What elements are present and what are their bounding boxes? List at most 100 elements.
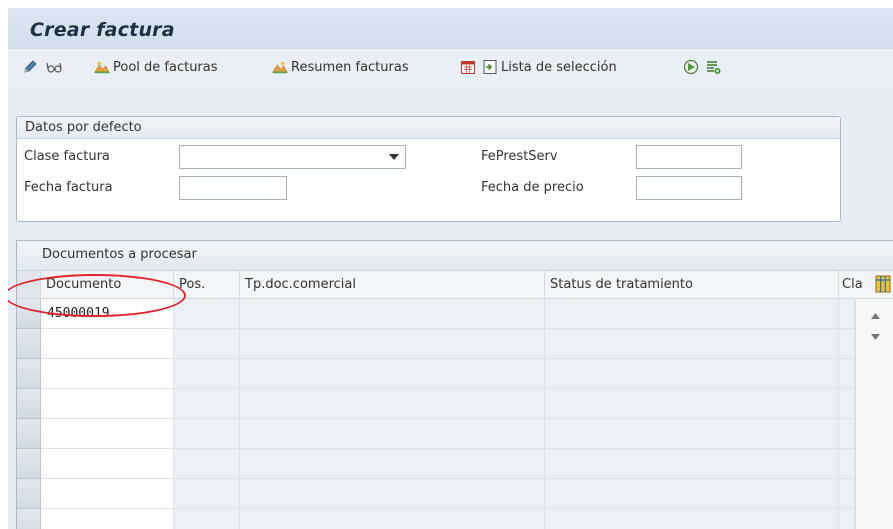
cell-documento[interactable]: 45000019 [41,299,174,329]
row-selector[interactable] [17,419,41,449]
select-all-corner[interactable] [17,271,41,299]
cell-status-tratamiento[interactable] [545,359,839,389]
column-settings-icon [875,275,891,293]
cell-status-tratamiento[interactable] [545,299,839,329]
cell-documento[interactable] [41,419,174,449]
cell-cla[interactable] [839,299,855,329]
cell-pos[interactable] [174,509,240,529]
cell-cla[interactable] [839,329,855,359]
cell-status-tratamiento[interactable] [545,419,839,449]
table-row [17,359,855,389]
cell-tp-doc-comercial[interactable] [240,419,545,449]
glasses-icon [46,62,62,73]
cell-tp-doc-comercial[interactable] [240,509,545,529]
cell-pos[interactable] [174,299,240,329]
cell-pos[interactable] [174,359,240,389]
calendar-button[interactable] [460,59,476,75]
cell-value: 45000019 [47,306,110,321]
cell-tp-doc-comercial[interactable] [240,299,545,329]
documents-grid-title: Documentos a procesar [42,247,197,262]
cell-cla[interactable] [839,509,855,529]
page-title: Crear factura [30,19,175,41]
cell-documento[interactable] [41,479,174,509]
row-selector[interactable] [17,299,41,329]
scroll-up-icon[interactable] [870,312,881,320]
sap-screen: Crear factura Pool de facturas Resumen f… [8,8,893,529]
lista-seleccion-button[interactable]: Lista de selección [482,59,617,75]
execute-icon [683,59,699,75]
cell-cla[interactable] [839,479,855,509]
cell-documento[interactable] [41,329,174,359]
row-selector[interactable] [17,479,41,509]
row-selector[interactable] [17,359,41,389]
layout-icon [707,61,721,74]
cell-pos[interactable] [174,329,240,359]
chevron-down-icon[interactable] [389,154,399,160]
vertical-scrollbar[interactable] [855,299,893,529]
edit-button[interactable] [22,59,38,75]
row-selector[interactable] [17,389,41,419]
column-settings-button[interactable] [872,271,893,299]
cell-status-tratamiento[interactable] [545,509,839,529]
fecha-factura-label: Fecha factura [24,180,113,195]
pencil-icon [24,60,37,73]
table-row: 45000019 [17,299,855,329]
cell-status-tratamiento[interactable] [545,329,839,359]
cell-pos[interactable] [174,449,240,479]
cell-status-tratamiento[interactable] [545,449,839,479]
fecha-precio-field[interactable] [636,176,742,200]
pool-facturas-label: Pool de facturas [113,59,218,75]
table-row [17,329,855,359]
table-row [17,389,855,419]
defaults-panel: Datos por defecto Clase factura Fecha fa… [16,116,841,222]
pool-facturas-button[interactable]: Pool de facturas [94,59,218,75]
row-selector[interactable] [17,449,41,479]
lista-seleccion-label: Lista de selección [501,59,617,75]
scroll-down-icon[interactable] [870,333,881,341]
column-header-status-tratamiento[interactable]: Status de tratamiento [545,271,839,299]
row-selector[interactable] [17,509,41,529]
cell-pos[interactable] [174,419,240,449]
cell-tp-doc-comercial[interactable] [240,359,545,389]
pool-icon [94,61,110,74]
calendar-icon [461,61,475,74]
layout-button[interactable] [705,59,721,75]
clase-factura-dropdown[interactable] [179,145,406,169]
fecha-precio-label: Fecha de precio [481,180,584,195]
row-selector[interactable] [17,329,41,359]
table-row [17,479,855,509]
fecha-factura-field[interactable] [179,176,287,200]
cell-cla[interactable] [839,389,855,419]
display-button[interactable] [46,59,62,75]
documents-grid-header: Documentos a procesar [17,241,893,271]
execute-button[interactable] [683,59,699,75]
title-bar: Crear factura [8,8,893,50]
cell-documento[interactable] [41,509,174,529]
resumen-facturas-label: Resumen facturas [291,59,409,75]
cell-status-tratamiento[interactable] [545,479,839,509]
cell-tp-doc-comercial[interactable] [240,389,545,419]
column-header-tp-doc-comercial[interactable]: Tp.doc.comercial [240,271,545,299]
cell-cla[interactable] [839,419,855,449]
table-row [17,509,855,529]
cell-documento[interactable] [41,449,174,479]
resumen-icon [272,61,288,74]
table-row [17,449,855,479]
cell-tp-doc-comercial[interactable] [240,449,545,479]
defaults-panel-header: Datos por defecto [17,117,840,139]
column-header-documento[interactable]: Documento [41,271,174,299]
cell-status-tratamiento[interactable] [545,389,839,419]
cell-documento[interactable] [41,359,174,389]
cell-tp-doc-comercial[interactable] [240,479,545,509]
cell-pos[interactable] [174,479,240,509]
feprestserv-field[interactable] [636,145,742,169]
resumen-facturas-button[interactable]: Resumen facturas [272,59,409,75]
cell-documento[interactable] [41,389,174,419]
column-header-pos[interactable]: Pos. [174,271,240,299]
list-select-icon [483,60,497,74]
cell-cla[interactable] [839,449,855,479]
cell-tp-doc-comercial[interactable] [240,329,545,359]
cell-cla[interactable] [839,359,855,389]
documents-grid: Documentos a procesar Documento Pos. Tp.… [16,240,893,529]
cell-pos[interactable] [174,389,240,419]
